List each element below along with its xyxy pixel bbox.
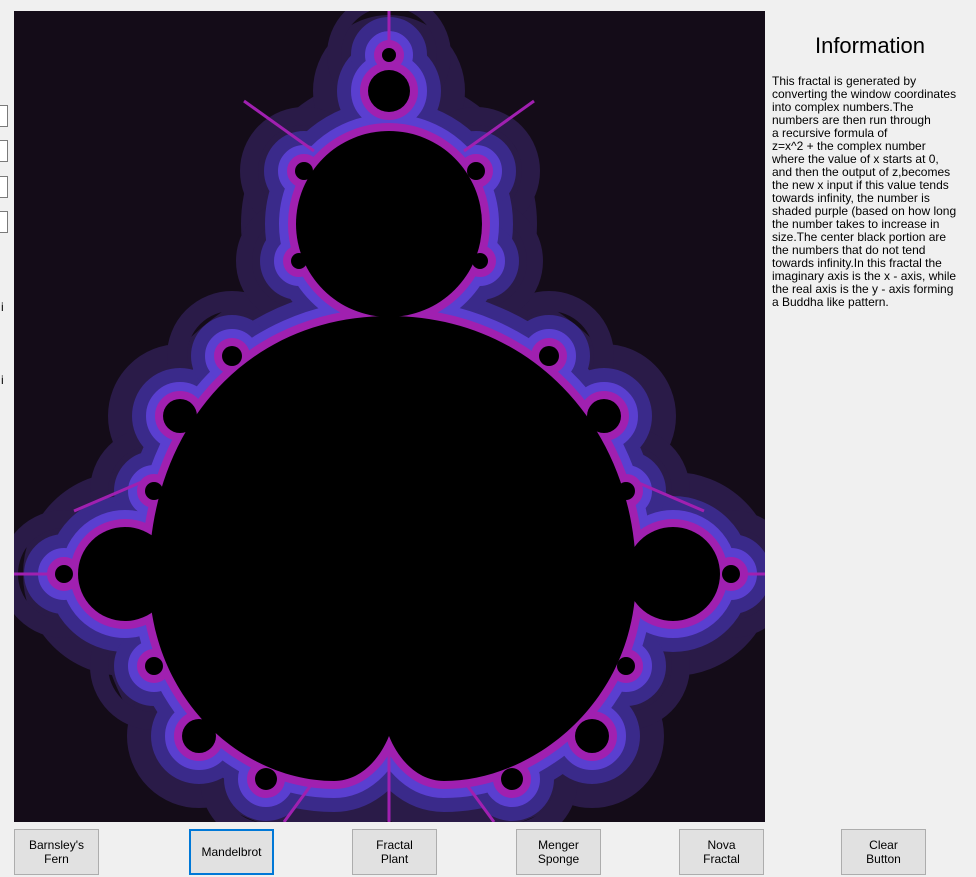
mandelbrot-button[interactable]: Mandelbrot [189, 829, 274, 875]
imaginary-label-2: i [1, 373, 4, 387]
clear-button[interactable]: Clear Button [841, 829, 926, 875]
imaginary-label-1: i [1, 300, 4, 314]
input-field-4[interactable] [0, 211, 8, 233]
info-title: Information [814, 33, 926, 58]
mandelbrot-render [14, 11, 765, 822]
nova-fractal-button[interactable]: Nova Fractal [679, 829, 764, 875]
input-field-3[interactable] [0, 176, 8, 198]
input-field-2[interactable] [0, 140, 8, 162]
fractal-plant-button[interactable]: Fractal Plant [352, 829, 437, 875]
menger-sponge-button[interactable]: Menger Sponge [516, 829, 601, 875]
fractal-canvas[interactable] [14, 11, 765, 822]
barnsley-fern-button[interactable]: Barnsley's Fern [14, 829, 99, 875]
input-field-1[interactable] [0, 105, 8, 127]
info-description: This fractal is generated by converting … [772, 74, 957, 309]
